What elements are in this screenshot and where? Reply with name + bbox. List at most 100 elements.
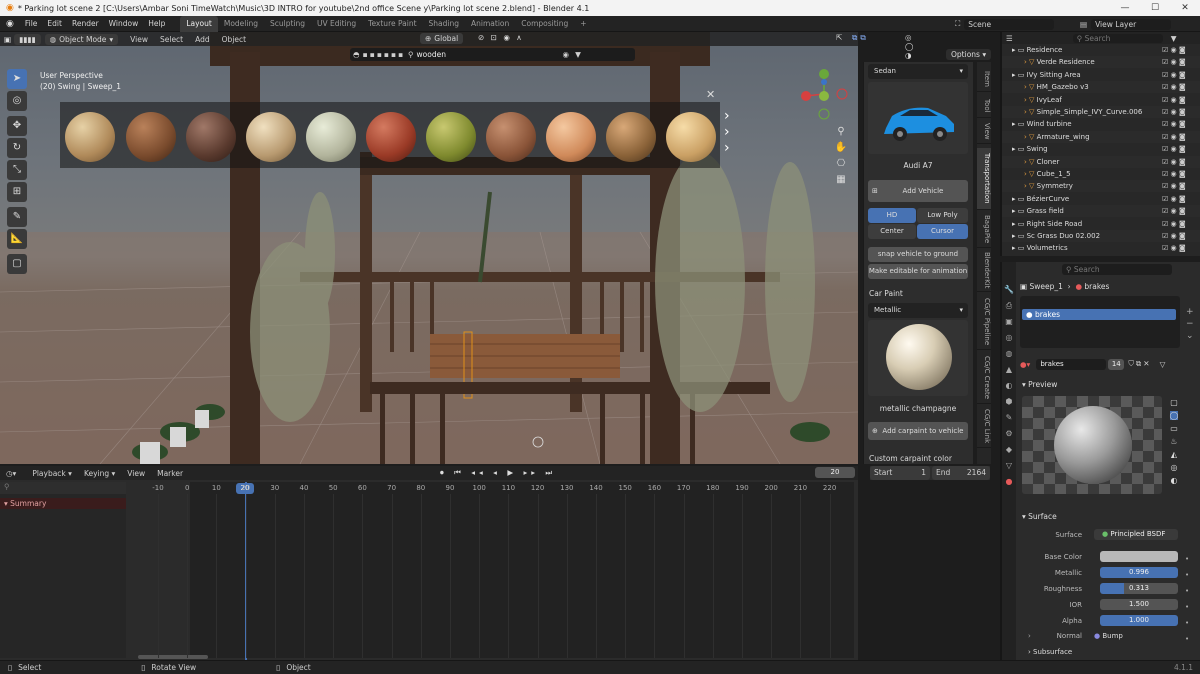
view-mode-icons[interactable]: ▪▪▪▪▪▪ <box>363 50 406 59</box>
menu-edit[interactable]: Edit <box>42 16 67 32</box>
outliner-object-row[interactable]: › ▽ IvyLeaf ☑ ◉ ◙ <box>1002 94 1200 106</box>
tab-tool[interactable]: Tool <box>977 94 991 118</box>
expand-normal-icon[interactable]: › <box>1028 630 1031 642</box>
outliner-collection-row[interactable]: ▸ ▭ BézierCurve ☑ ◉ ◙ <box>1002 193 1200 205</box>
workspace-tab-uv-editing[interactable]: UV Editing <box>311 16 362 32</box>
subsurface-panel-header[interactable]: › Subsurface <box>1028 646 1072 658</box>
workspace-tab-animation[interactable]: Animation <box>465 16 515 32</box>
material-browse-icon[interactable]: ●▾ <box>1020 360 1030 369</box>
wood-material-sphere[interactable] <box>246 112 296 162</box>
outliner-object-row[interactable]: › ▽ Cloner ☑ ◉ ◙ <box>1002 155 1200 168</box>
visibility-toggle-icons[interactable]: ☑ ◉ ◙ <box>1162 56 1186 68</box>
outliner-collection-row[interactable]: ▸ ▭ Sc Grass Duo 02.002 ☑ ◉ ◙ <box>1002 230 1200 242</box>
visibility-toggle-icons[interactable]: ☑ ◉ ◙ <box>1162 180 1186 192</box>
visibility-toggle-icons[interactable]: ☑ ◉ ◙ <box>1162 118 1186 130</box>
select-mode-icons[interactable]: ▮▮▮▮ <box>14 33 41 45</box>
visibility-toggle-icons[interactable]: ☑ ◉ ◙ <box>1162 156 1186 168</box>
move-tool[interactable]: ✥ <box>7 116 27 136</box>
grid-icon[interactable]: ▦ <box>834 172 848 188</box>
tab-cgc-pipeline[interactable]: CG/C Pipeline <box>977 294 991 350</box>
scene-selector[interactable]: ⛶ Scene <box>955 16 1055 32</box>
roughness-slider[interactable]: 0.313 <box>1100 583 1178 594</box>
wood-material-sphere[interactable] <box>486 112 536 162</box>
visibility-toggle-icons[interactable]: ☑ ◉ ◙ <box>1162 81 1186 93</box>
outliner-collection-row[interactable]: ▸ ▭ Residence ☑ ◉ ◙ <box>1002 44 1200 56</box>
make-editable-button[interactable]: Make editable for animation <box>868 264 968 279</box>
visibility-toggle-icons[interactable]: ☑ ◉ ◙ <box>1162 230 1186 242</box>
menu-render[interactable]: Render <box>67 16 104 32</box>
outliner-collection-row[interactable]: ▸ ▭ Swing ☑ ◉ ◙ <box>1002 143 1200 155</box>
workspace-tab-sculpting[interactable]: Sculpting <box>264 16 311 32</box>
zoom-icon[interactable]: ⚲ <box>834 124 848 140</box>
car-thumbnail[interactable] <box>868 82 968 154</box>
ior-field[interactable]: 1.500 <box>1100 599 1178 610</box>
navigation-gizmo[interactable] <box>798 68 850 120</box>
tab-cgc-create[interactable]: CG/C Create <box>977 352 991 404</box>
surface-shader-field[interactable]: ● Principled BSDF <box>1094 529 1178 540</box>
menu-window[interactable]: Window <box>104 16 144 32</box>
rotate-tool[interactable]: ↻ <box>7 138 27 158</box>
select-box-tool[interactable]: ➤ <box>7 69 27 89</box>
wood-material-sphere[interactable] <box>426 112 476 162</box>
properties-search-field[interactable]: ⚲ Search <box>1062 264 1172 275</box>
visibility-toggle-icons[interactable]: ☑ ◉ ◙ <box>1162 143 1186 155</box>
paint-preview[interactable] <box>868 320 968 396</box>
preview-panel-header[interactable]: ▾ Preview <box>1022 380 1057 389</box>
timeline-scrollbar[interactable] <box>138 655 208 659</box>
slot-buttons[interactable]: + − ⌄ <box>1186 306 1194 342</box>
add-cube-tool[interactable]: ▢ <box>7 254 27 274</box>
timeline-menu-view[interactable]: View <box>121 469 151 478</box>
timeline-menu-marker[interactable]: Marker <box>151 469 189 478</box>
annotate-tool[interactable]: ✎ <box>7 207 27 227</box>
wood-material-sphere[interactable] <box>186 112 236 162</box>
material-name-field[interactable]: brakes <box>1036 358 1107 370</box>
outliner-object-row[interactable]: › ▽ Symmetry ☑ ◉ ◙ <box>1002 180 1200 193</box>
workspace-tab-modeling[interactable]: Modeling <box>218 16 264 32</box>
visibility-toggle-icons[interactable]: ☑ ◉ ◙ <box>1162 218 1186 230</box>
viewport-menu-view[interactable]: View <box>124 35 154 44</box>
filter-icon[interactable]: ▼ <box>575 50 581 59</box>
maximize-icon[interactable]: ☐ <box>1140 0 1170 16</box>
viewport-menu-select[interactable]: Select <box>154 35 189 44</box>
options-dropdown[interactable]: Options ▾ <box>946 49 992 60</box>
snap-vehicle-button[interactable]: snap vehicle to ground <box>868 247 968 262</box>
metallic-slider[interactable]: 0.996 <box>1100 567 1178 578</box>
3d-viewport[interactable]: › › › ✕ User Perspective (20) Swing | Swee… <box>0 32 858 464</box>
visibility-toggle-icons[interactable]: ☑ ◉ ◙ <box>1162 205 1186 217</box>
visibility-toggle-icons[interactable]: ☑ ◉ ◙ <box>1162 106 1186 118</box>
overlay-icons[interactable]: ⧉⧉ <box>852 33 869 43</box>
wood-material-sphere[interactable] <box>606 112 656 162</box>
workspace-tab-shading[interactable]: Shading <box>423 16 465 32</box>
visibility-toggle-icons[interactable]: ☑ ◉ ◙ <box>1162 69 1186 81</box>
outliner-collection-row[interactable]: ▸ ▭ Volumetrics ☑ ◉ ◙ <box>1002 242 1200 254</box>
outliner-collection-row[interactable]: ▸ ▭ Wind turbine ☑ ◉ ◙ <box>1002 118 1200 130</box>
outliner-object-row[interactable]: › ▽ Armature_wing ☑ ◉ ◙ <box>1002 130 1200 143</box>
surface-panel-header[interactable]: ▾ Surface <box>1022 512 1057 521</box>
visibility-toggle-icons[interactable]: ☑ ◉ ◙ <box>1162 242 1186 254</box>
outliner-object-row[interactable]: › ▽ HM_Gazebo v3 ☑ ◉ ◙ <box>1002 81 1200 94</box>
add-workspace-button[interactable]: + <box>574 16 592 32</box>
outliner-collection-row[interactable]: ▸ ▭ Right Side Road ☑ ◉ ◙ <box>1002 218 1200 230</box>
workspace-tab-texture-paint[interactable]: Texture Paint <box>362 16 422 32</box>
object-mode-dropdown[interactable]: ◍ Object Mode ▾ <box>44 33 119 45</box>
workspace-tab-layout[interactable]: Layout <box>180 15 218 32</box>
hd-toggle[interactable]: HD <box>868 208 916 223</box>
editor-type-icon[interactable]: ▣ <box>4 35 11 44</box>
menu-file[interactable]: File <box>20 16 43 32</box>
summary-channel[interactable]: ▾ Summary <box>0 498 126 509</box>
wood-material-sphere[interactable] <box>666 112 716 162</box>
outliner-collection-row[interactable]: ▸ ▭ Grass field ☑ ◉ ◙ <box>1002 205 1200 218</box>
paint-type-dropdown[interactable]: Metallic ▾ <box>868 303 968 318</box>
wood-material-sphere[interactable] <box>366 112 416 162</box>
timeline-menu-playback[interactable]: Playback ▾ <box>26 469 78 478</box>
asset-search-input[interactable]: wooden <box>417 50 557 59</box>
cursor-tool[interactable]: ◎ <box>7 91 27 111</box>
add-vehicle-button[interactable]: ⊞ Add Vehicle <box>868 180 968 202</box>
material-actions-icons[interactable]: ⛉⧉✕ <box>1128 359 1151 369</box>
filter-icon[interactable]: ▼ <box>1171 34 1177 43</box>
outliner-editor-icon[interactable]: ☰ <box>1006 34 1013 43</box>
outliner-object-row[interactable]: › ▽ Verde Residence ☑ ◉ ◙ <box>1002 56 1200 69</box>
visibility-toggle-icons[interactable]: ☑ ◉ ◙ <box>1162 168 1186 180</box>
low-poly-toggle[interactable]: Low Poly <box>917 208 968 223</box>
tab-view[interactable]: View <box>977 120 991 144</box>
